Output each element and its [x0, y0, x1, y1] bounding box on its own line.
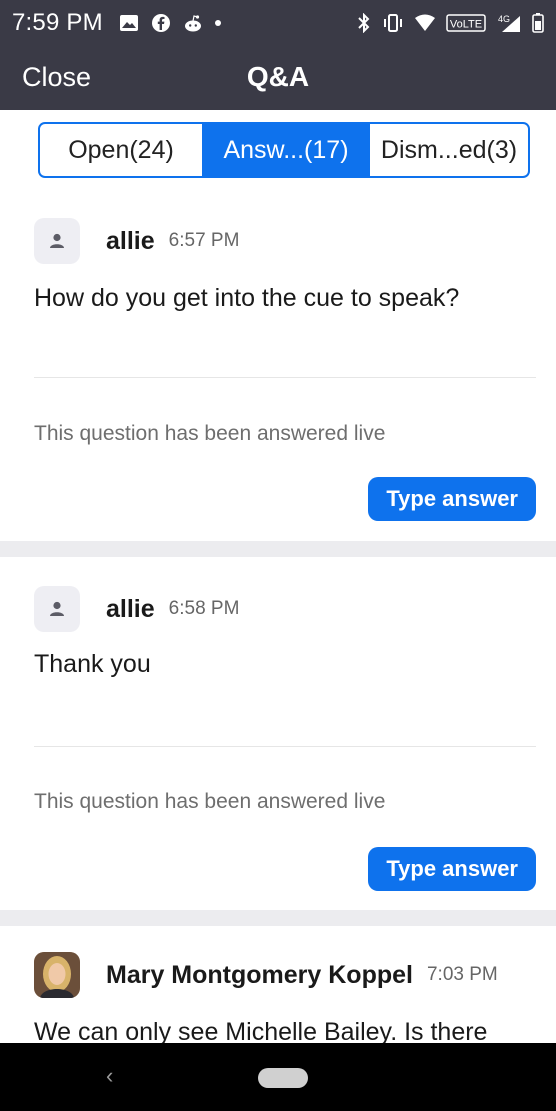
question-time: 7:03 PM	[426, 964, 498, 985]
question-time: 6:58 PM	[168, 598, 240, 619]
question-header: allie 6:58 PM	[34, 586, 239, 632]
default-user-icon	[34, 586, 80, 632]
home-pill-icon[interactable]	[258, 1068, 308, 1088]
close-button[interactable]: Close	[22, 62, 91, 93]
tab-answered[interactable]: Answ...(17)	[202, 124, 368, 176]
question-text: Thank you	[34, 650, 151, 678]
qa-header: Close Q&A	[0, 46, 556, 110]
back-icon[interactable]: ‹	[106, 1063, 113, 1089]
battery-icon	[532, 13, 544, 33]
volte-label: VoLTE	[450, 19, 482, 31]
question-text: How do you get into the cue to speak?	[34, 284, 460, 312]
status-notification-icons	[119, 13, 221, 33]
bluetooth-icon	[358, 13, 370, 33]
answered-status: This question has been answered live	[34, 422, 386, 445]
divider	[34, 746, 536, 747]
question-author: Mary Montgomery Koppel	[106, 960, 413, 989]
facebook-icon	[151, 14, 170, 32]
tab-dismissed[interactable]: Dism...ed(3)	[368, 124, 528, 176]
question-time: 6:57 PM	[168, 230, 240, 251]
question-author: allie	[106, 226, 155, 255]
question-card: allie 6:58 PM Thank you This question ha…	[0, 584, 556, 910]
image-icon	[119, 15, 138, 31]
wifi-icon	[415, 14, 435, 31]
answered-status: This question has been answered live	[34, 790, 386, 813]
default-user-icon	[34, 218, 80, 264]
status-bar: 7:59 PM VoLTE 4G	[0, 0, 556, 46]
question-header: allie 6:57 PM	[34, 218, 239, 264]
qa-screen: 7:59 PM VoLTE 4G Close Q&A Open(24) Answ…	[0, 0, 556, 1111]
reddit-icon	[184, 15, 201, 32]
question-author: allie	[106, 594, 155, 623]
dot-icon	[214, 20, 221, 26]
divider	[34, 377, 536, 378]
signal-icon: 4G	[498, 14, 520, 32]
card-separator	[0, 541, 556, 557]
type-answer-button[interactable]: Type answer	[368, 477, 536, 521]
status-time: 7:59 PM	[12, 9, 103, 36]
type-answer-button[interactable]: Type answer	[368, 847, 536, 891]
tab-open[interactable]: Open(24)	[40, 124, 202, 176]
question-card: Mary Montgomery Koppel 7:03 PM We can on…	[0, 926, 556, 1046]
network-label: 4G	[498, 14, 510, 24]
profile-photo	[34, 952, 80, 998]
status-system-icons: VoLTE 4G	[356, 13, 544, 33]
card-separator	[0, 910, 556, 926]
navigation-bar: ‹	[0, 1043, 556, 1111]
question-card: allie 6:57 PM How do you get into the cu…	[0, 214, 556, 540]
volte-icon: VoLTE	[446, 14, 486, 32]
vibrate-icon	[384, 14, 402, 32]
question-header: Mary Montgomery Koppel 7:03 PM	[34, 952, 498, 998]
qa-tabs: Open(24) Answ...(17) Dism...ed(3)	[38, 122, 530, 178]
